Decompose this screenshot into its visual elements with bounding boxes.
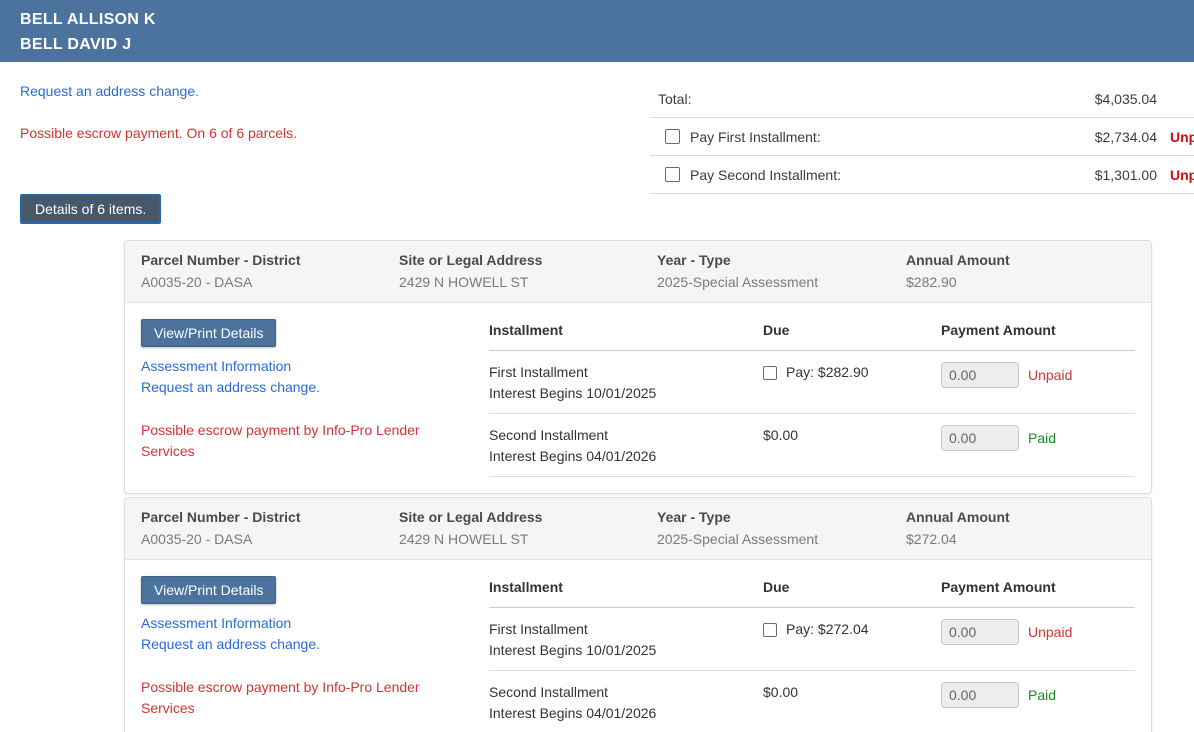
pay-first-installment-label: Pay First Installment: bbox=[690, 128, 821, 145]
interest-begins-text: Interest Begins 04/01/2026 bbox=[489, 705, 657, 721]
pay-installment-checkbox[interactable] bbox=[763, 622, 777, 637]
parcel-number-label: Parcel Number - District bbox=[141, 252, 301, 268]
installment-table: Installment Due Payment Amount First Ins… bbox=[489, 576, 1135, 732]
site-address-label: Site or Legal Address bbox=[399, 509, 543, 525]
second-installment-status: Unpaid bbox=[1170, 166, 1194, 183]
table-row: First Installment Interest Begins 10/01/… bbox=[489, 351, 1135, 414]
parcel-number-label: Parcel Number - District bbox=[141, 509, 301, 525]
owner-name-2: BELL DAVID J bbox=[20, 36, 132, 53]
pay-installment-checkbox[interactable] bbox=[763, 365, 777, 380]
annual-amount-value: $282.90 bbox=[906, 274, 957, 290]
due-amount-text: Pay: $282.90 bbox=[786, 364, 869, 380]
installment-column-header: Installment bbox=[489, 579, 563, 595]
escrow-note-text: Possible escrow payment by Info-Pro Lend… bbox=[141, 679, 420, 716]
annual-amount-value: $272.04 bbox=[906, 531, 957, 547]
year-type-label: Year - Type bbox=[657, 252, 731, 268]
first-installment-amount: $2,734.04 bbox=[1094, 128, 1157, 145]
site-address-value: 2429 N HOWELL ST bbox=[399, 531, 529, 547]
view-print-details-button[interactable]: View/Print Details bbox=[141, 576, 277, 604]
year-type-value: 2025-Special Assessment bbox=[657, 274, 819, 290]
parcel-card-header: Parcel Number - District A0035-20 - DASA… bbox=[125, 241, 1151, 303]
owner-name-1: BELL ALLISON K bbox=[20, 11, 156, 28]
parcel-card: Parcel Number - District A0035-20 - DASA… bbox=[124, 240, 1152, 494]
site-address-label: Site or Legal Address bbox=[399, 252, 543, 268]
payment-amount-input[interactable] bbox=[941, 619, 1019, 645]
payment-status: Unpaid bbox=[1028, 367, 1073, 383]
installment-column-header: Installment bbox=[489, 322, 563, 338]
parcel-number-value: A0035-20 - DASA bbox=[141, 274, 253, 290]
payment-status: Unpaid bbox=[1028, 624, 1073, 640]
installment-table: Installment Due Payment Amount First Ins… bbox=[489, 319, 1135, 477]
annual-amount-label: Annual Amount bbox=[906, 252, 1010, 268]
pay-second-installment-checkbox[interactable] bbox=[665, 167, 680, 182]
table-row: Second Installment Interest Begins 04/01… bbox=[489, 414, 1135, 477]
installment-name: First Installment bbox=[489, 621, 588, 637]
payment-amount-input[interactable] bbox=[941, 362, 1019, 388]
due-amount-text: $0.00 bbox=[763, 684, 799, 700]
interest-begins-text: Interest Begins 10/01/2025 bbox=[489, 642, 657, 658]
total-label: Total: bbox=[658, 90, 692, 107]
escrow-warning-text: Possible escrow payment. On 6 of 6 parce… bbox=[20, 125, 298, 141]
address-change-link[interactable]: Request an address change. bbox=[141, 634, 489, 655]
assessment-information-link[interactable]: Assessment Information bbox=[141, 613, 489, 634]
interest-begins-text: Interest Begins 04/01/2026 bbox=[489, 448, 657, 464]
pay-second-installment-label: Pay Second Installment: bbox=[690, 166, 841, 183]
payment-amount-input[interactable] bbox=[941, 682, 1019, 708]
payment-status: Paid bbox=[1028, 430, 1057, 446]
payment-amount-column-header: Payment Amount bbox=[941, 322, 1056, 338]
installment-name: Second Installment bbox=[489, 427, 609, 443]
site-address-value: 2429 N HOWELL ST bbox=[399, 274, 529, 290]
payment-amount-input[interactable] bbox=[941, 425, 1019, 451]
details-of-items-button[interactable]: Details of 6 items. bbox=[20, 194, 162, 224]
pay-first-installment-checkbox[interactable] bbox=[665, 129, 680, 144]
installment-name: First Installment bbox=[489, 364, 588, 380]
parcel-card: Parcel Number - District A0035-20 - DASA… bbox=[124, 497, 1152, 732]
installment-name: Second Installment bbox=[489, 684, 609, 700]
totals-row-total: Total: $4,035.04 bbox=[650, 80, 1194, 118]
year-type-value: 2025-Special Assessment bbox=[657, 531, 819, 547]
interest-begins-text: Interest Begins 10/01/2025 bbox=[489, 385, 657, 401]
address-change-link[interactable]: Request an address change. bbox=[141, 377, 489, 398]
page: BELL ALLISON K BELL DAVID J Request an a… bbox=[0, 0, 1194, 732]
parcel-number-value: A0035-20 - DASA bbox=[141, 531, 253, 547]
due-column-header: Due bbox=[763, 579, 790, 595]
assessment-information-link[interactable]: Assessment Information bbox=[141, 356, 489, 377]
totals-row-first-installment: Pay First Installment: $2,734.04 Unpaid bbox=[650, 118, 1194, 156]
due-amount-text: Pay: $272.04 bbox=[786, 621, 869, 637]
due-column-header: Due bbox=[763, 322, 790, 338]
parcel-card-header: Parcel Number - District A0035-20 - DASA… bbox=[125, 498, 1151, 560]
due-amount-text: $0.00 bbox=[763, 427, 799, 443]
owner-header: BELL ALLISON K BELL DAVID J bbox=[0, 0, 1194, 62]
second-installment-amount: $1,301.00 bbox=[1094, 166, 1157, 183]
table-row: Second Installment Interest Begins 04/01… bbox=[489, 671, 1135, 732]
address-change-link[interactable]: Request an address change. bbox=[20, 83, 199, 99]
view-print-details-button[interactable]: View/Print Details bbox=[141, 319, 277, 347]
annual-amount-label: Annual Amount bbox=[906, 509, 1010, 525]
table-row: First Installment Interest Begins 10/01/… bbox=[489, 608, 1135, 671]
year-type-label: Year - Type bbox=[657, 509, 731, 525]
payment-amount-column-header: Payment Amount bbox=[941, 579, 1056, 595]
totals-table: Total: $4,035.04 Pay First Installment: … bbox=[650, 80, 1194, 194]
first-installment-status: Unpaid bbox=[1170, 128, 1194, 145]
payment-status: Paid bbox=[1028, 687, 1057, 703]
totals-row-second-installment: Pay Second Installment: $1,301.00 Unpaid bbox=[650, 156, 1194, 194]
total-amount: $4,035.04 bbox=[1094, 90, 1157, 107]
escrow-note-text: Possible escrow payment by Info-Pro Lend… bbox=[141, 422, 420, 459]
